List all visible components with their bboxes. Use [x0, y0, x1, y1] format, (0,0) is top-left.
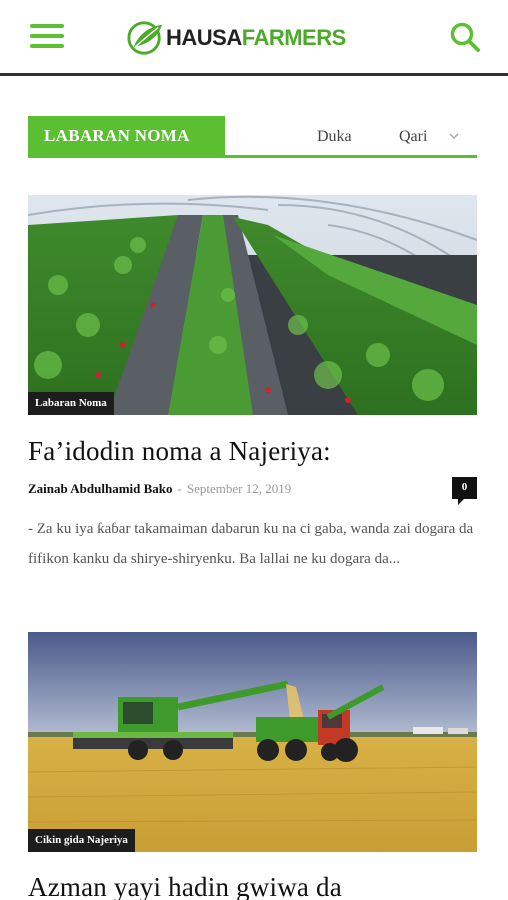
- article-excerpt: - Za ku iya ƙaɓar takamaiman dabarun ku …: [28, 521, 474, 567]
- tab-duka[interactable]: Duka: [317, 128, 352, 146]
- top-app-bar: HAUSAFARMERS: [0, 0, 508, 76]
- category-badge[interactable]: Labaran Noma: [28, 392, 114, 415]
- article-title[interactable]: Fa’idodin noma a Najeriya:: [28, 436, 331, 467]
- article-meta: Zainab Abdulhamid Bako - September 12, 201…: [28, 481, 291, 497]
- article-date: September 12, 2019: [186, 481, 292, 496]
- logo-wordmark: HAUSAFARMERS: [166, 25, 346, 51]
- chevron-down-icon[interactable]: [448, 130, 460, 142]
- search-icon[interactable]: [448, 20, 482, 54]
- leaf-logo-icon: [127, 21, 163, 55]
- site-logo[interactable]: HAUSAFARMERS: [126, 18, 346, 58]
- article-thumbnail[interactable]: Labaran Noma: [28, 195, 477, 415]
- section-header: LABARAN NOMA Duka Qari: [28, 116, 477, 158]
- article-author[interactable]: Zainab Abdulhamid Bako: [28, 481, 173, 496]
- category-badge[interactable]: Cikin gida Najeriya: [28, 829, 135, 852]
- greenhouse-strawberry-image: [28, 195, 477, 415]
- hamburger-menu-icon[interactable]: [30, 24, 66, 50]
- tab-qari[interactable]: Qari: [399, 128, 427, 146]
- menu-line: [30, 24, 64, 28]
- comment-count-badge[interactable]: 0: [452, 477, 477, 505]
- menu-line: [30, 44, 64, 48]
- meta-separator: -: [177, 481, 182, 496]
- combine-harvester-image: [28, 632, 477, 852]
- article-thumbnail[interactable]: Cikin gida Najeriya: [28, 632, 477, 852]
- article-title[interactable]: Azman yayi hadin gwiwa da: [28, 872, 342, 900]
- logo-text-hausa: HAUSA: [166, 25, 242, 50]
- section-title: LABARAN NOMA: [28, 116, 225, 155]
- menu-line: [30, 34, 64, 38]
- logo-text-farmers: FARMERS: [241, 25, 347, 50]
